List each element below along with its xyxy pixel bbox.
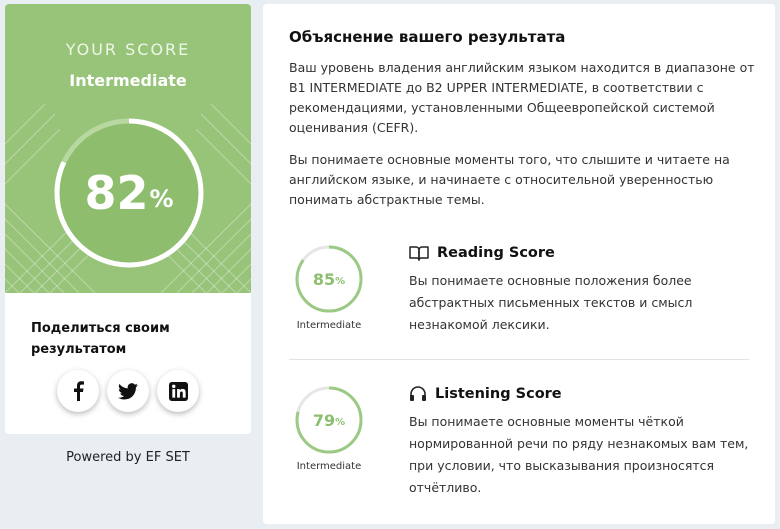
listening-score-title: Listening Score [435, 385, 562, 402]
score-card: YOUR SCORE Intermediate 82% Поделиться с… [5, 4, 251, 434]
overall-score-value: 82% [53, 117, 205, 269]
linkedin-share-button[interactable] [157, 370, 199, 412]
listening-score-number: 79 [312, 410, 336, 430]
explanation-title: Объяснение вашего результата [289, 28, 566, 46]
listening-percent-sign: % [335, 416, 346, 428]
twitter-icon [118, 382, 138, 399]
explanation-panel: Объяснение вашего результата Ваш уровень… [263, 4, 775, 524]
section-divider [289, 359, 749, 360]
overall-score-number: 82 [84, 166, 149, 220]
listening-score-value: 79% [294, 385, 364, 455]
share-title: Поделиться своим результатом [31, 321, 170, 357]
reading-score-number: 85 [312, 269, 336, 289]
reading-score-value: 85% [294, 244, 364, 314]
listening-description: Вы понимаете основные моменты чёткой нор… [409, 414, 749, 495]
reading-score-title: Reading Score [437, 245, 555, 261]
reading-level: Intermediate [296, 320, 362, 331]
facebook-icon [74, 381, 84, 401]
reading-description: Вы понимаете основные положения более аб… [409, 273, 693, 332]
explanation-paragraph-1: Ваш уровень владения английским языком н… [289, 60, 755, 135]
listening-level: Intermediate [296, 461, 362, 472]
headphones-icon [409, 385, 427, 402]
reading-score-heading: Reading Score [409, 245, 555, 261]
reading-percent-sign: % [335, 275, 346, 287]
linkedin-icon [168, 381, 188, 401]
overall-level: Intermediate [69, 71, 187, 90]
overall-percent-sign: % [149, 185, 174, 213]
twitter-share-button[interactable] [107, 370, 149, 412]
facebook-share-button[interactable] [57, 370, 99, 412]
powered-by: Powered by EF SET [66, 450, 190, 465]
score-header: YOUR SCORE Intermediate 82% [5, 4, 251, 293]
your-score-heading: YOUR SCORE [65, 40, 191, 59]
book-icon [409, 245, 429, 261]
listening-score-heading: Listening Score [409, 385, 562, 402]
explanation-paragraph-2: Вы понимаете основные моменты того, что … [289, 152, 730, 207]
